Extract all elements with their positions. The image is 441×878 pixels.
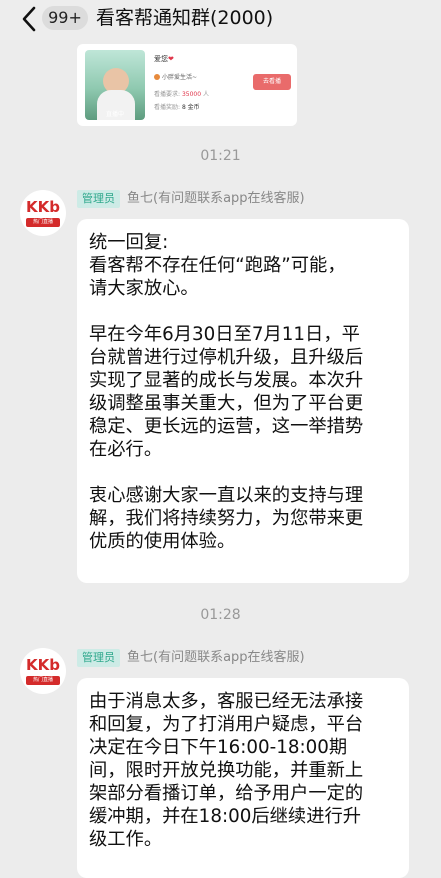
avatar-band-text: 热门直播 (26, 218, 60, 227)
message-bubble[interactable]: 统一回复: 看客帮不存在任何“跑路”可能， 请大家放心。 早在今年6月30日至7… (77, 219, 409, 583)
sender-avatar[interactable]: KKb 热门直播 (20, 190, 66, 236)
message-paragraph: 衷心感谢大家一直以来的支持与理 解，我们将持续努力，为您带来更 优质的使用体验。 (89, 485, 364, 552)
message-paragraph: 早在今年6月30日至7月11日，平 台就曾进行过停机升级，且升级后 实现了显著的… (89, 324, 364, 460)
message-paragraph: 由于消息太多，客服已经无法承接 和回复，为了打消用户疑虑，平台 决定在今日下午1… (89, 691, 364, 850)
shared-live-card[interactable]: 直播中 爱您❤ 小胖爱生活~ 看播要求: 35000 人 看播奖励: 8 金币 … (77, 44, 297, 126)
sender-name[interactable]: 鱼七(有问题联系app在线客服) (127, 649, 305, 667)
message-timestamp: 01:28 (200, 607, 241, 623)
go-watch-button[interactable]: 去看播 (253, 74, 291, 90)
message-bubble[interactable]: 由于消息太多，客服已经无法承接 和回复，为了打消用户疑虑，平台 决定在今日下午1… (77, 678, 409, 878)
sender-name[interactable]: 鱼七(有问题联系app在线客服) (127, 190, 305, 208)
sender-avatar[interactable]: KKb 热门直播 (20, 648, 66, 694)
avatar-logo-text: KKb (26, 656, 60, 674)
card-user: 小胖爱生活~ (154, 72, 197, 81)
avatar-logo-text: KKb (26, 198, 60, 216)
message-paragraph: 统一回复: 看客帮不存在任何“跑路”可能， 请大家放心。 (89, 232, 346, 299)
back-arrow-icon[interactable] (18, 5, 42, 33)
message-timestamp: 01:21 (200, 148, 241, 164)
admin-role-tag: 管理员 (77, 190, 120, 208)
live-thumbnail: 直播中 (85, 50, 145, 120)
heart-icon: ❤ (168, 55, 174, 63)
unread-count-badge[interactable]: 99+ (42, 6, 88, 30)
card-watch-reward: 看播奖励: 8 金币 (154, 104, 200, 111)
chat-header: 99+ 看客帮通知群(2000) (0, 0, 441, 40)
avatar-band-text: 热门直播 (26, 676, 60, 685)
chat-title: 看客帮通知群(2000) (96, 7, 274, 29)
user-avatar-icon (154, 74, 160, 80)
live-tag: 直播中 (105, 111, 124, 118)
card-title: 爱您❤ (154, 55, 174, 63)
card-watch-requirement: 看播要求: 35000 人 (154, 91, 209, 98)
admin-role-tag: 管理员 (77, 649, 120, 667)
